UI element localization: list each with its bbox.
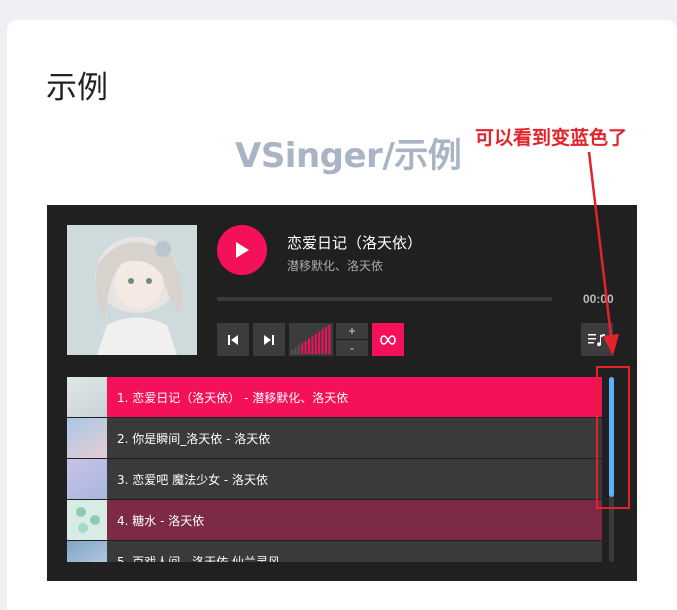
volume-up-button[interactable]: + [336, 323, 368, 339]
volume-bars-icon [291, 324, 331, 354]
next-button[interactable] [253, 323, 285, 356]
volume-bar [301, 343, 304, 354]
music-player: 恋爱日记（洛天依） 潜移默化、洛天依 00:00 + - 1. 恋爱日记（洛天依… [47, 205, 637, 581]
volume-down-button[interactable]: - [336, 340, 368, 356]
volume-bar [294, 347, 297, 354]
skip-next-icon [264, 334, 274, 345]
playlist: 1. 恋爱日记（洛天依） - 潜移默化、洛天依 2. 你是瞬间_洛天依 - 洛天… [67, 377, 602, 562]
album-cover-image [67, 225, 197, 355]
track-thumbnail [67, 500, 107, 540]
skip-previous-icon [228, 334, 238, 345]
playlist-item[interactable]: 4. 糖水 - 洛天依 [67, 500, 602, 540]
song-artist: 潜移默化、洛天依 [287, 259, 384, 273]
playlist-item[interactable]: 3. 恋爱吧 魔法少女 - 洛天依 [67, 459, 602, 499]
track-thumbnail [67, 459, 107, 499]
volume-slider[interactable] [289, 323, 333, 356]
track-label: 4. 糖水 - 洛天依 [117, 513, 205, 528]
page-title: 示例 [46, 70, 108, 106]
previous-button[interactable] [217, 323, 249, 356]
track-thumbnail [67, 418, 107, 458]
progress-bar[interactable] [217, 297, 552, 301]
playlist-icon [588, 333, 605, 346]
volume-bar [311, 336, 314, 354]
volume-bar [297, 345, 300, 354]
track-thumbnail [67, 541, 107, 562]
volume-bar [308, 338, 310, 354]
track-label: 1. 恋爱日记（洛天依） - 潜移默化、洛天依 [117, 390, 349, 405]
playlist-item[interactable]: 1. 恋爱日记（洛天依） - 潜移默化、洛天依 [67, 377, 602, 417]
song-title: 恋爱日记（洛天依） [287, 234, 423, 252]
time-display: 00:00 [583, 292, 614, 306]
annotation-highlight-box [596, 366, 630, 509]
playlist-toggle-button[interactable] [581, 323, 613, 356]
annotation-text: 可以看到变蓝色了 [475, 127, 628, 149]
play-button[interactable] [217, 225, 267, 275]
track-label: 3. 恋爱吧 魔法少女 - 洛天依 [117, 472, 269, 487]
volume-bar [325, 327, 327, 354]
track-thumbnail [67, 377, 107, 417]
volume-bar [314, 333, 317, 354]
track-label: 5. 百戏人间 - 洛天依,仙兰灵风 [117, 554, 281, 563]
volume-bar [328, 324, 331, 354]
album-cover [67, 225, 197, 355]
volume-bar [291, 350, 293, 354]
playlist-item[interactable]: 5. 百戏人间 - 洛天依,仙兰灵风 [67, 541, 602, 562]
volume-bar [304, 340, 307, 354]
track-label: 2. 你是瞬间_洛天依 - 洛天依 [117, 431, 271, 446]
loop-icon [380, 334, 396, 345]
loop-button[interactable] [372, 323, 404, 356]
volume-bar [321, 329, 324, 354]
section-heading: VSinger/示例 [235, 136, 462, 176]
playlist-item[interactable]: 2. 你是瞬间_洛天依 - 洛天依 [67, 418, 602, 458]
track-thumbnail-art [76, 507, 100, 533]
play-icon [236, 242, 249, 258]
volume-bar [318, 331, 321, 354]
